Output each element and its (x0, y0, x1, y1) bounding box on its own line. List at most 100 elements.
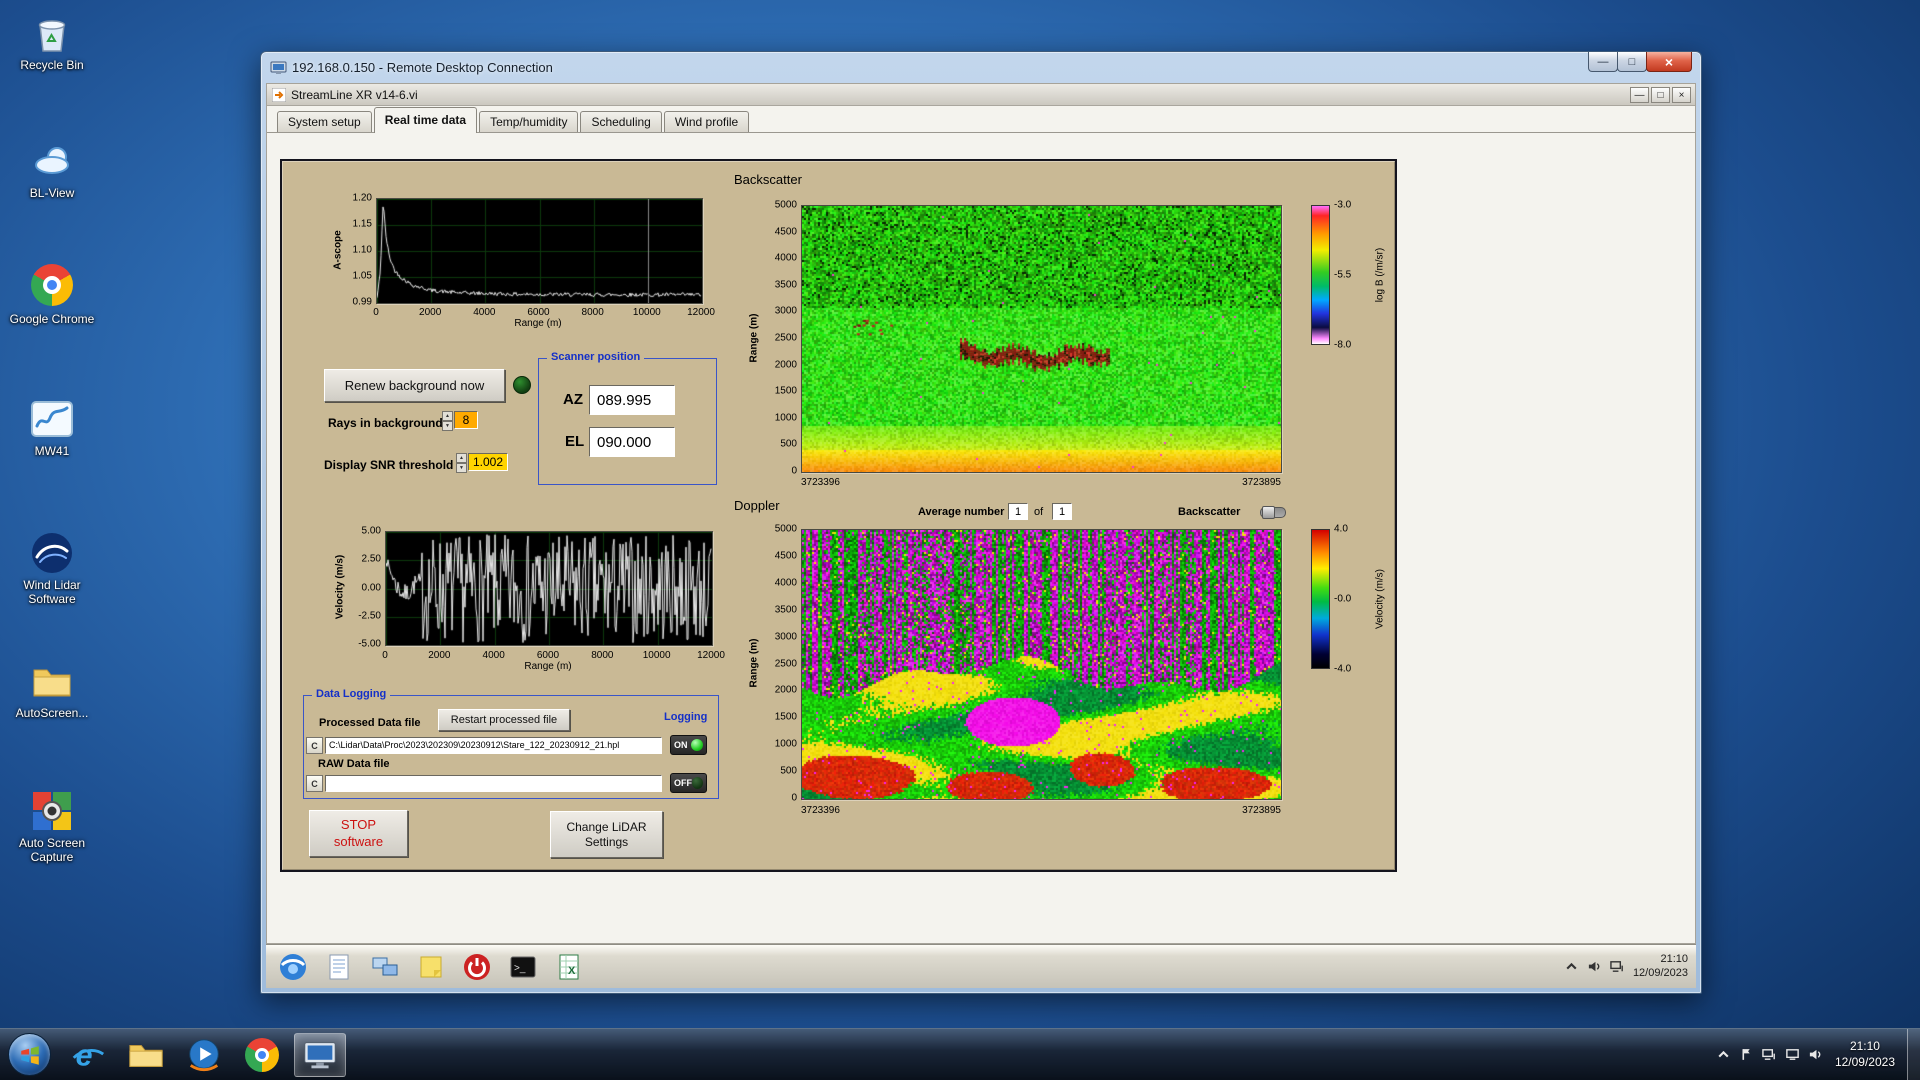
renew-background-button[interactable]: Renew background now (324, 369, 505, 402)
remote-desktop-icon[interactable] (294, 1033, 346, 1077)
remote-clock[interactable]: 21:10 12/09/2023 (1633, 953, 1688, 981)
ascope-xlabel: Range (m) (514, 318, 562, 329)
axis-tick: 4000 (774, 577, 797, 589)
power-icon[interactable] (462, 952, 492, 982)
toggle-knob (1262, 506, 1275, 519)
desktop-icon-google-chrome[interactable]: Google Chrome (6, 264, 98, 327)
axis-tick: -2.50 (358, 610, 381, 622)
desktop-icon-label: Wind Lidar Software (23, 578, 81, 606)
network-icon[interactable] (1762, 1047, 1777, 1062)
processed-path-field[interactable]: C:\Lidar\Data\Proc\2023\202309\20230912\… (325, 737, 662, 754)
backscatter-heatmap (801, 205, 1282, 473)
desktop-icon-autoscreen-folder[interactable]: AutoScreen... (6, 658, 98, 721)
raw-logging-toggle[interactable]: OFF (670, 773, 707, 793)
desktop-icon-wind-lidar[interactable]: Wind Lidar Software (6, 530, 98, 607)
el-field[interactable]: 090.000 (589, 427, 675, 457)
average-number-field[interactable]: 1 (1008, 503, 1028, 520)
tab-real-time-data[interactable]: Real time data (373, 107, 478, 133)
host-clock[interactable]: 21:10 12/09/2023 (1835, 1039, 1895, 1070)
axis-tick: 2000 (428, 650, 451, 661)
windows-explorer-icon[interactable] (120, 1033, 172, 1077)
desktop: Recycle Bin BL-View Google Chrome MW41 Wind … (0, 0, 1920, 1080)
rays-in-background-field[interactable]: 8 (454, 411, 478, 429)
desktop-icon-label: Recycle Bin (20, 58, 84, 72)
snr-threshold-stepper[interactable]: ▲ ▼ (456, 453, 467, 473)
rays-in-background-stepper[interactable]: ▲ ▼ (442, 411, 453, 431)
browser-icon[interactable] (278, 952, 308, 982)
internet-explorer-icon[interactable]: e (62, 1033, 114, 1077)
average-of-label: of (1034, 506, 1044, 518)
processed-logging-toggle[interactable]: ON (670, 735, 707, 755)
restart-processed-file-button[interactable]: Restart processed file (438, 709, 570, 731)
app-close-button[interactable]: × (1672, 87, 1691, 103)
change-lidar-settings-button[interactable]: Change LiDAR Settings (550, 811, 663, 858)
command-prompt-icon[interactable]: >_ (508, 952, 538, 982)
action-center-icon[interactable] (1739, 1047, 1754, 1062)
doppler-x-start: 3723396 (801, 805, 840, 816)
tray-expand-icon[interactable] (1564, 959, 1579, 974)
app-window-title: StreamLine XR v14-6.vi (291, 88, 418, 102)
network-icon[interactable] (1610, 959, 1625, 974)
tab-system-setup[interactable]: System setup (277, 111, 372, 132)
notepad-icon[interactable] (324, 952, 354, 982)
show-desktop-button[interactable] (1907, 1028, 1920, 1080)
raw-path-field[interactable] (325, 775, 662, 792)
scanner-position-title: Scanner position (547, 351, 645, 363)
maximize-button[interactable]: □ (1617, 52, 1647, 72)
axis-tick: 3000 (774, 305, 797, 317)
tab-temp-humidity[interactable]: Temp/humidity (479, 111, 579, 132)
desktop-icon-bl-view[interactable]: BL-View (6, 138, 98, 201)
sticky-notes-icon[interactable] (416, 952, 446, 982)
velocity-ylabel: Velocity (m/s) (334, 554, 346, 620)
auto-screen-capture-icon (29, 788, 75, 834)
stop-line2: software (333, 833, 384, 849)
google-chrome-icon[interactable] (236, 1033, 288, 1077)
axis-tick: 3000 (774, 631, 797, 643)
desktop-icon-auto-screen-capture[interactable]: Auto Screen Capture (6, 788, 98, 865)
data-logging-title: Data Logging (312, 688, 391, 700)
desktop-icon-mw41[interactable]: MW41 (6, 396, 98, 459)
axis-tick: 0.00 (361, 582, 381, 593)
streamline-app-window: StreamLine XR v14-6.vi — □ × System setu… (266, 83, 1696, 944)
backscatter-title: Backscatter (734, 172, 802, 187)
volume-icon[interactable] (1587, 959, 1602, 974)
desktop-icon-label: Auto Screen Capture (18, 836, 86, 864)
host-date: 12/09/2023 (1834, 1054, 1895, 1069)
spreadsheet-icon[interactable]: X (554, 952, 584, 982)
volume-icon[interactable] (1808, 1047, 1823, 1062)
desktop-icon-recycle-bin[interactable]: Recycle Bin (6, 10, 98, 73)
network-setup-icon[interactable] (370, 952, 400, 982)
az-field[interactable]: 089.995 (589, 385, 675, 415)
raw-file-browse-button[interactable]: C (306, 775, 323, 792)
wind-lidar-icon (29, 530, 75, 576)
app-minimize-button[interactable]: — (1630, 87, 1649, 103)
axis-tick: 2000 (774, 359, 797, 371)
axis-tick: 10000 (632, 307, 661, 318)
media-player-icon[interactable] (178, 1033, 230, 1077)
snr-threshold-field[interactable]: 1.002 (468, 453, 508, 471)
ascope-ylabel: A-scope (332, 230, 344, 270)
renew-background-led (513, 376, 531, 394)
desktop-icon-label: BL-View (29, 186, 75, 200)
stop-software-button[interactable]: STOP software (309, 810, 408, 857)
app-window-controls: — □ × (1630, 87, 1691, 103)
app-restore-button[interactable]: □ (1651, 87, 1670, 103)
doppler-x-end: 3723895 (1242, 805, 1281, 816)
close-button[interactable]: × (1646, 52, 1692, 72)
average-of-field[interactable]: 1 (1052, 503, 1072, 520)
remote-taskbar-icons: >_ X (278, 945, 584, 988)
backscatter-x-start: 3723396 (801, 477, 840, 488)
host-time: 21:10 (1849, 1038, 1880, 1053)
backscatter-display-toggle[interactable] (1260, 506, 1286, 519)
start-button[interactable] (8, 1033, 51, 1076)
processed-file-browse-button[interactable]: C (306, 737, 323, 754)
tray-expand-icon[interactable] (1716, 1047, 1731, 1062)
app-titlebar[interactable]: StreamLine XR v14-6.vi — □ × (267, 84, 1695, 106)
tray-icons (1716, 1047, 1823, 1062)
display-icon[interactable] (1785, 1047, 1800, 1062)
tab-scheduling[interactable]: Scheduling (580, 111, 662, 132)
rdp-titlebar[interactable]: 192.168.0.150 - Remote Desktop Connectio… (261, 52, 1701, 83)
axis-tick: 5000 (774, 199, 797, 211)
minimize-button[interactable]: — (1588, 52, 1618, 72)
tab-wind-profile[interactable]: Wind profile (663, 111, 750, 132)
